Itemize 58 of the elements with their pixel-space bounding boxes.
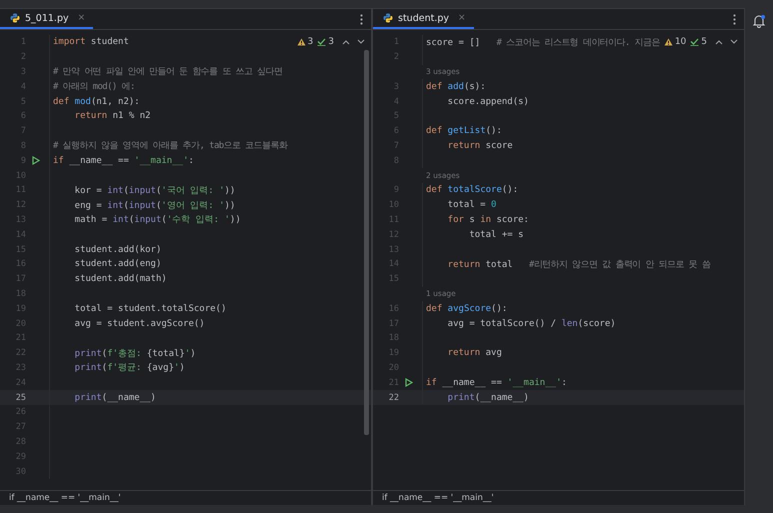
code-line: def getList(): [425, 126, 502, 136]
typo-count[interactable]: 5 [690, 37, 707, 48]
code-line: def totalScore(): [425, 185, 518, 196]
code-line: # 아래의 mod() 에: [52, 81, 135, 94]
scrollbar[interactable] [364, 50, 369, 435]
line-number: 25 [14, 392, 26, 403]
line-number: 22 [388, 392, 399, 403]
code-line: eng = int(input('영어 입력: ')) [74, 200, 236, 212]
check-icon [317, 38, 326, 46]
python-file-icon [10, 13, 20, 23]
code-line: avg = totalScore() / len(score) [446, 318, 616, 329]
breadcrumb[interactable]: if __name__ == '__main__' [382, 493, 494, 503]
code-line: kor = int(input('국어 입력: ')) [74, 184, 236, 197]
code-line: if __name__ == '__main__': [425, 378, 567, 388]
code-line: return n1 % n2 [74, 111, 151, 122]
warning-icon [664, 38, 673, 46]
code-line: total += s [468, 230, 524, 240]
up-icon[interactable] [342, 39, 350, 46]
code-line: math = int(input('수학 입력: ')) [74, 214, 241, 226]
run-icon[interactable] [405, 378, 413, 388]
code-line: def mod(n1, n2): [52, 96, 140, 107]
code-line: # 만약 어떤 파일 안에 만들어 둔 함수를 또 쓰고 싶다면 [52, 66, 282, 78]
code-line: print(f'총점: {total}') [74, 348, 196, 360]
code-line: def avgScore(): [425, 304, 508, 314]
python-file-icon [383, 13, 393, 23]
check-icon [690, 38, 700, 46]
down-icon[interactable] [357, 39, 365, 46]
code-line: total = student.totalScore() [74, 304, 226, 314]
code-line: avg = student.avgScore() [74, 318, 205, 329]
warning-count[interactable]: 10 [664, 37, 686, 48]
up-icon[interactable] [715, 39, 723, 46]
code-line: score = [] # 스코어는 리스트형 데이터이다. 지금은 [425, 36, 660, 49]
down-icon[interactable] [730, 39, 738, 46]
more-icon[interactable] [360, 14, 363, 24]
code-line: def add(s): [425, 82, 486, 92]
code-line: print(f'평균: {avg}') [74, 362, 185, 374]
code-line: student.add(eng) [74, 259, 162, 270]
code-line: student.add(kor) [74, 244, 162, 255]
code-line: print(__name__) [74, 392, 156, 403]
code-line: import student [52, 37, 129, 48]
code-line: score.append(s) [446, 96, 529, 107]
warning-icon [296, 38, 306, 46]
code-line: return avg [446, 348, 502, 358]
warning-count[interactable]: 3 [296, 37, 314, 48]
code-line: print(__name__) [446, 392, 529, 403]
code-line: for s in score: [446, 214, 529, 225]
typo-count[interactable]: 3 [317, 37, 334, 48]
code-line: return score [446, 140, 513, 151]
run-icon[interactable] [32, 156, 40, 166]
code-line: if __name__ == '__main__': [52, 156, 194, 166]
more-icon[interactable] [733, 14, 736, 24]
bell-icon[interactable] [752, 14, 766, 28]
code-line: student.add(math) [74, 274, 167, 284]
close-icon[interactable]: × [78, 13, 86, 23]
code-line: total = 0 [446, 200, 496, 210]
code-line: return total #리턴하지 않으면 값 출력이 안 되므로 못 씀 [446, 258, 710, 271]
code-line: # 실행하지 않을 영역에 아래를 추가, tab으로 코드블록화 [52, 140, 288, 152]
breadcrumb[interactable]: if __name__ == '__main__' [9, 493, 121, 503]
